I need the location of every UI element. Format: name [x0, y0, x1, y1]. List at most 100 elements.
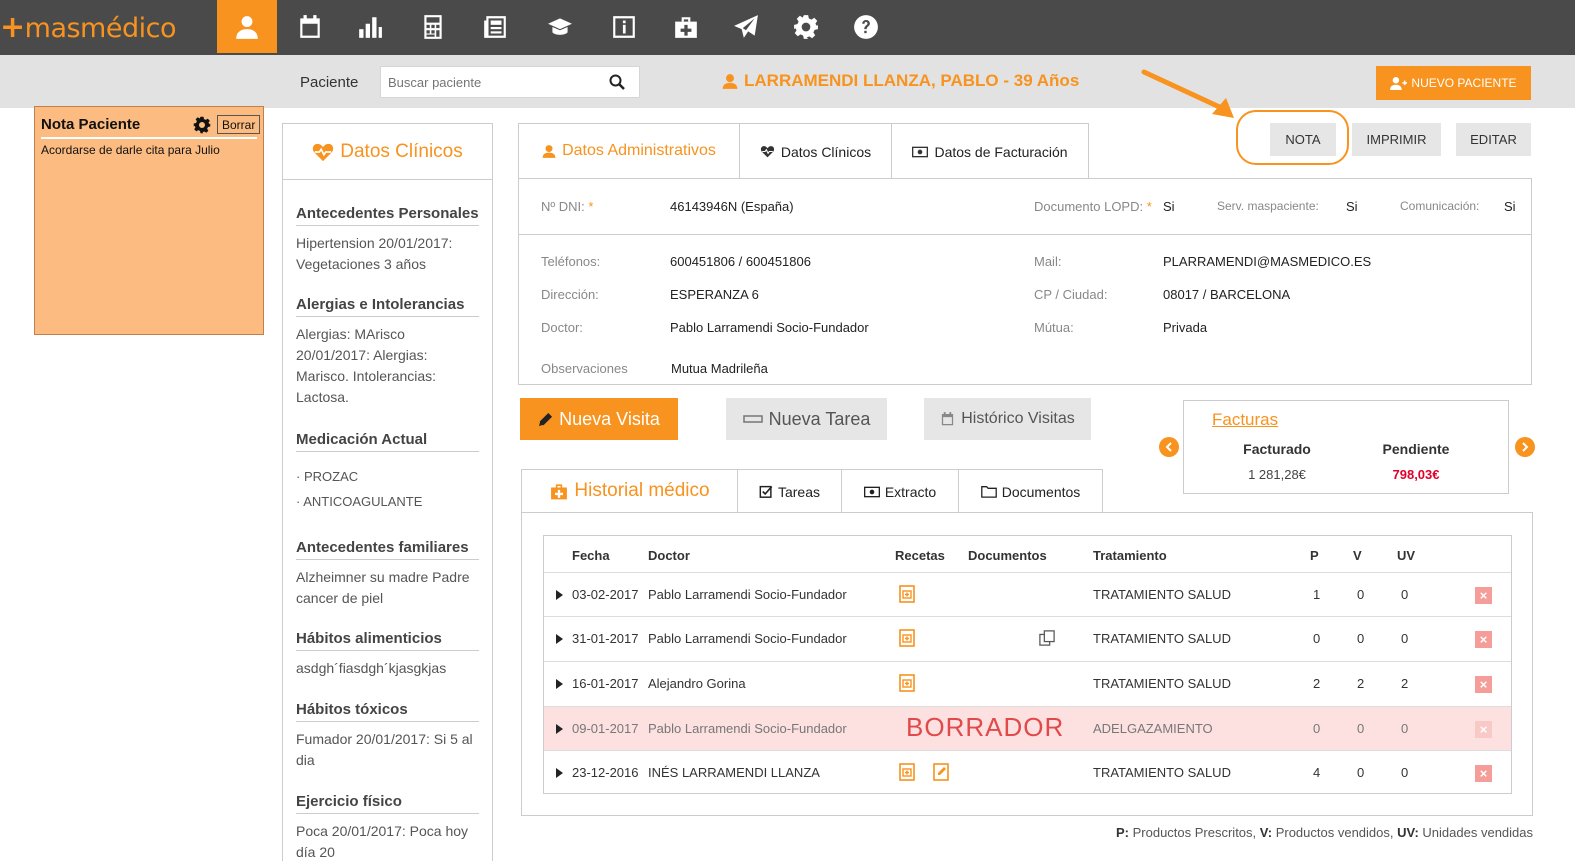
pencil-icon: [539, 412, 553, 426]
table-row[interactable]: 16-01-2017 Alejandro Gorina TRATAMIENTO …: [544, 661, 1511, 706]
prescription-icon[interactable]: [899, 674, 915, 692]
expand-row-icon[interactable]: [556, 768, 563, 778]
invoices-next-button[interactable]: [1515, 437, 1535, 457]
user-icon: [722, 73, 738, 89]
masmedico-logo[interactable]: +masmédico: [0, 10, 176, 46]
tab-billing[interactable]: Datos de Facturación: [891, 123, 1089, 179]
expand-row-icon[interactable]: [556, 590, 563, 600]
serv-label: Serv. maspaciente:: [1217, 199, 1319, 213]
print-button[interactable]: IMPRIMIR: [1352, 123, 1441, 156]
col-p[interactable]: P: [1310, 548, 1319, 563]
nav-calendar[interactable]: [280, 0, 340, 53]
delete-row-button[interactable]: ×: [1475, 676, 1492, 693]
task-bar-icon: [742, 415, 763, 423]
col-uv[interactable]: UV: [1397, 548, 1415, 563]
mutua-value: Privada: [1163, 320, 1208, 335]
note-button[interactable]: NOTA: [1270, 123, 1336, 156]
tab-medical-history[interactable]: Historial médico: [521, 469, 738, 513]
edit-prescription-icon[interactable]: [933, 763, 949, 781]
first-aid-kit-icon: [675, 16, 697, 38]
graduation-cap-icon: [548, 17, 572, 35]
chart-icon: [359, 16, 382, 38]
nav-settings[interactable]: [776, 0, 836, 53]
col-v[interactable]: V: [1353, 548, 1362, 563]
pending-amount: 798,03€: [1392, 467, 1440, 482]
dni-label: Nº DNI: *: [541, 199, 594, 214]
help-icon: [854, 14, 878, 39]
clinical-panel-header: Datos Clínicos: [283, 124, 492, 180]
delete-row-button[interactable]: ×: [1475, 765, 1492, 782]
table-row[interactable]: 23-12-2016 INÉS LARRAMENDI LLANZA TRATAM…: [544, 750, 1511, 795]
delete-row-button[interactable]: ×: [1475, 587, 1492, 604]
checkbox-icon: [759, 485, 773, 498]
col-recetas[interactable]: Recetas: [895, 548, 945, 563]
visit-history-button[interactable]: Histórico Visitas: [924, 398, 1091, 440]
note-title: Nota Paciente: [41, 116, 141, 133]
col-documentos[interactable]: Documentos: [968, 548, 1047, 563]
calendar-icon: [300, 14, 320, 38]
col-doctor[interactable]: Doctor: [648, 548, 690, 563]
nav-info[interactable]: [594, 0, 654, 53]
mail-value[interactable]: PLARRAMENDI@MASMEDICO.ES: [1163, 254, 1371, 269]
expand-row-icon[interactable]: [556, 724, 563, 734]
nav-messages[interactable]: [716, 0, 776, 53]
serv-value: Si: [1346, 199, 1358, 214]
tab-statement[interactable]: Extracto: [841, 469, 959, 513]
expand-row-icon[interactable]: [556, 634, 563, 644]
doctor-label: Doctor:: [541, 320, 583, 335]
clinical-section-medication: Medicación Actual · PROZAC · ANTICOAGULA…: [283, 431, 492, 514]
nav-help[interactable]: [836, 0, 896, 53]
lopd-value: Si: [1163, 199, 1175, 214]
search-input[interactable]: [381, 67, 601, 97]
table-row[interactable]: 03-02-2017 Pablo Larramendi Socio-Fundad…: [544, 572, 1511, 617]
clinical-section-allergies: Alergias e Intolerancias Alergias: MAris…: [283, 296, 492, 408]
delete-row-button[interactable]: ×: [1475, 721, 1492, 738]
patient-tabs: Datos Administrativos Datos Clínicos Dat…: [518, 123, 1089, 179]
tab-tasks[interactable]: Tareas: [737, 469, 842, 513]
documents-copy-icon[interactable]: [1039, 629, 1055, 647]
observations-value: Mutua Madrileña: [671, 361, 768, 376]
expand-row-icon[interactable]: [556, 679, 563, 689]
info-icon: [613, 15, 635, 38]
tab-clinical[interactable]: Datos Clínicos: [739, 123, 892, 179]
tab-documents[interactable]: Documentos: [958, 469, 1103, 513]
invoices-link[interactable]: Facturas: [1212, 410, 1278, 430]
delete-row-button[interactable]: ×: [1475, 631, 1492, 648]
phones-value: 600451806 / 600451806: [670, 254, 811, 269]
nav-news[interactable]: [465, 0, 525, 53]
clinical-section-personal: Antecedentes Personales Hipertension 20/…: [296, 205, 479, 272]
communication-value: Si: [1504, 199, 1516, 214]
nav-billing[interactable]: [403, 0, 463, 53]
gear-icon[interactable]: [193, 116, 211, 134]
note-text[interactable]: Acordarse de darle cita para Julio: [41, 143, 220, 157]
patient-name-title: LARRAMENDI LLANZA, PABLO - 39 Años: [722, 71, 1079, 91]
search-box: [380, 66, 640, 98]
nav-training[interactable]: [530, 0, 590, 53]
prescription-icon[interactable]: [899, 585, 915, 603]
table-row-draft[interactable]: 09-01-2017 Pablo Larramendi Socio-Fundad…: [544, 706, 1511, 751]
table-row[interactable]: 31-01-2017 Pablo Larramendi Socio-Fundad…: [544, 616, 1511, 661]
new-patient-button[interactable]: NUEVO PACIENTE: [1376, 66, 1531, 100]
new-visit-button[interactable]: Nueva Visita: [520, 398, 678, 440]
search-icon[interactable]: [609, 74, 625, 90]
delete-note-button[interactable]: Borrar: [217, 115, 261, 134]
heartbeat-icon: [760, 146, 774, 158]
clinical-section-exercise: Ejercicio físico Poca 20/01/2017: Poca h…: [283, 793, 492, 861]
add-user-icon: [1390, 76, 1408, 90]
prescription-icon[interactable]: [899, 763, 915, 781]
tab-administrative[interactable]: Datos Administrativos: [518, 123, 740, 179]
nav-patient[interactable]: [217, 0, 277, 53]
user-icon: [542, 144, 556, 158]
nav-first-aid[interactable]: [656, 0, 716, 53]
prescription-icon[interactable]: [899, 629, 915, 647]
edit-button[interactable]: EDITAR: [1456, 123, 1531, 156]
arrow-pointer-icon: [1141, 69, 1234, 118]
phones-label: Teléfonos:: [541, 254, 601, 269]
patient-note-widget[interactable]: Nota Paciente Borrar Acordarse de darle …: [34, 106, 264, 335]
divider: [519, 234, 1531, 235]
col-tratamiento[interactable]: Tratamiento: [1093, 548, 1167, 563]
nav-stats[interactable]: [340, 0, 400, 53]
new-task-button[interactable]: Nueva Tarea: [726, 398, 887, 440]
col-fecha[interactable]: Fecha: [572, 548, 610, 563]
invoices-prev-button[interactable]: [1159, 437, 1179, 457]
